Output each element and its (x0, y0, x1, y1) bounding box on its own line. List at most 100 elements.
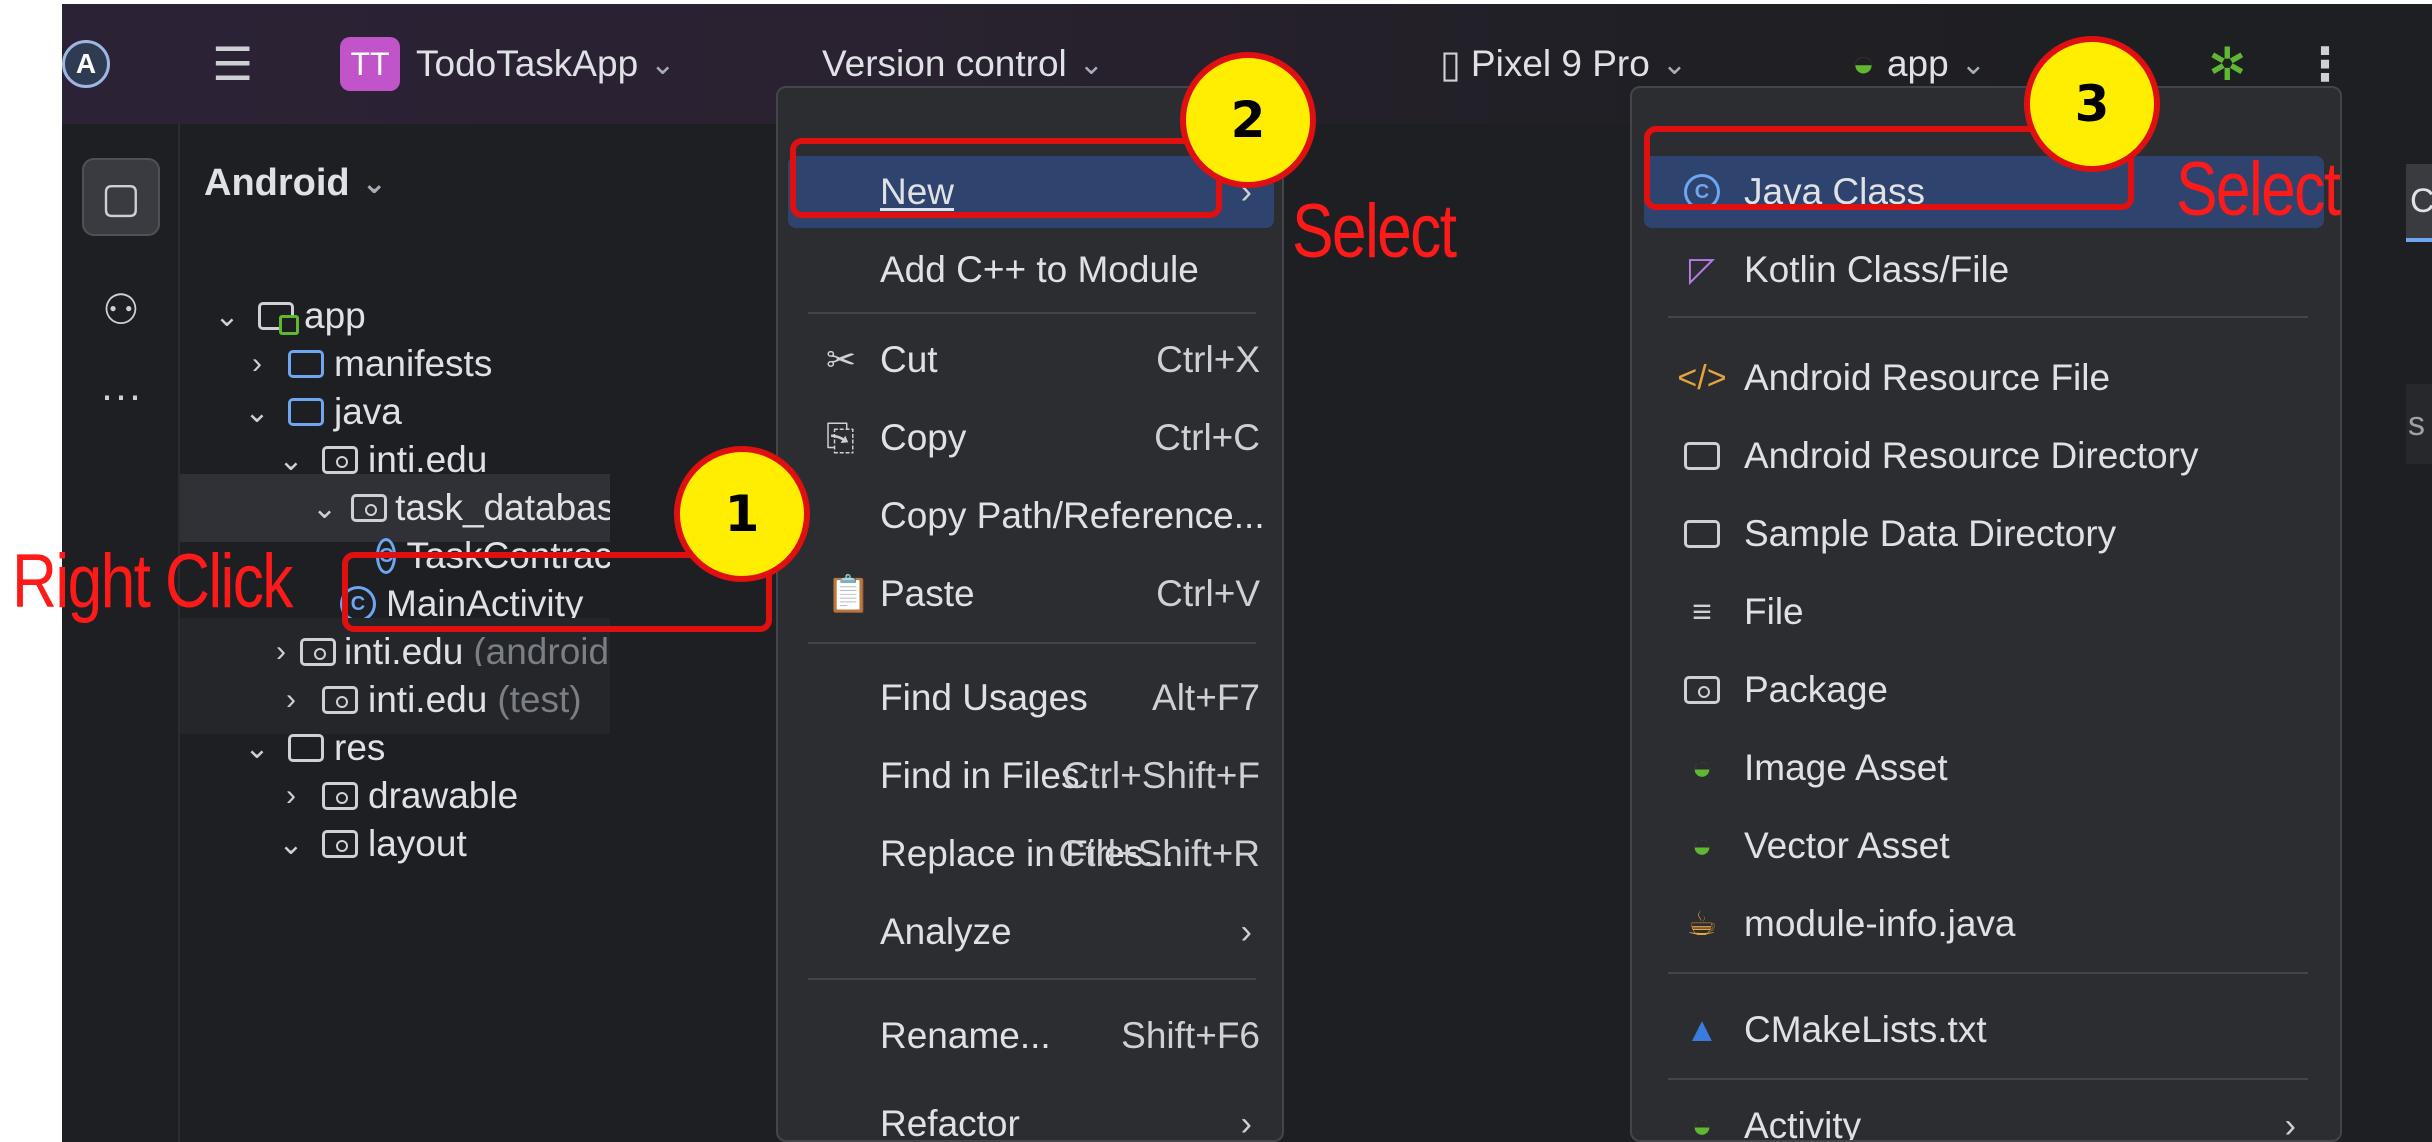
menu-item-label: Analyze (880, 911, 1012, 952)
submenu-item-vector-asset[interactable]: ◒ Vector Asset (1644, 810, 2324, 882)
menu-item-add-cpp[interactable]: Add C++ to Module (788, 234, 1274, 306)
resource-manager-button[interactable]: ⚇ (82, 270, 160, 348)
tree-item-layout[interactable]: ⌄ layout (180, 810, 610, 878)
submenu-item-kotlin-class[interactable]: ◸ Kotlin Class/File (1644, 234, 2324, 306)
new-submenu: C Java Class ◸ Kotlin Class/File </> And… (1630, 86, 2342, 1142)
annotation-select-new: Select (1292, 189, 1457, 274)
chevron-right-icon: › (286, 683, 296, 716)
android-icon: ◒ (1852, 42, 1875, 85)
menu-item-cut[interactable]: ✂ Cut Ctrl+X (788, 324, 1274, 396)
scissors-icon: ✂ (826, 339, 857, 380)
android-icon: ◒ (1691, 826, 1713, 865)
menu-item-analyze[interactable]: Analyze › (788, 896, 1274, 968)
main-menu-button[interactable]: ☰ (212, 4, 253, 124)
menu-item-rename[interactable]: Rename... Shift+F6 (788, 1000, 1274, 1072)
step-badge-3: 3 (2024, 36, 2160, 172)
chevron-down-icon: ⌄ (1960, 47, 1986, 81)
submenu-item-label: Activity (1744, 1105, 1862, 1142)
android-icon: ◒ (1691, 748, 1713, 787)
menu-item-label: Refactor (880, 1103, 1020, 1142)
menu-item-shortcut: Ctrl+Shift+F (1062, 755, 1260, 796)
chevron-down-icon: ⌄ (312, 491, 338, 525)
tree-item-label: layout (368, 823, 467, 864)
chevron-down-icon: ⌄ (650, 47, 676, 81)
folder-icon (1680, 520, 1724, 548)
submenu-item-label: Android Resource Directory (1744, 435, 2199, 476)
version-control-label: Version control (822, 43, 1067, 84)
project-badge: TT (340, 37, 400, 91)
submenu-item-android-resource-directory[interactable]: Android Resource Directory (1644, 420, 2324, 492)
menu-item-copy-path[interactable]: Copy Path/Reference... (788, 480, 1274, 552)
submenu-item-file[interactable]: ≡ File (1644, 576, 2324, 648)
project-tool-button[interactable]: ▢ (82, 158, 160, 236)
hamburger-menu-icon: ☰ (212, 38, 254, 90)
menu-item-replace-in-files[interactable]: Replace in Files... Ctrl+Shift+R (788, 818, 1274, 890)
menu-item-shortcut: Alt+F7 (1152, 677, 1260, 718)
submenu-item-label: Vector Asset (1744, 825, 1950, 866)
package-icon (320, 828, 360, 860)
kotlin-icon: ◸ (1688, 251, 1716, 289)
submenu-item-sample-data-directory[interactable]: Sample Data Directory (1644, 498, 2324, 570)
ellipsis-icon: ··· (100, 371, 142, 418)
menu-separator (1668, 316, 2308, 318)
device-icon: ▯ (1440, 43, 1461, 86)
folder-icon: ▢ (101, 173, 141, 221)
chevron-down-icon: ⌄ (278, 827, 304, 861)
android-icon: ◒ (1691, 1106, 1713, 1142)
editor-field-text: s (2408, 404, 2425, 443)
menu-item-find-usages[interactable]: Find Usages Alt+F7 (788, 662, 1274, 734)
chevron-down-icon: ⌄ (361, 167, 387, 200)
copy-icon: ⎘ (826, 416, 855, 458)
submenu-item-label: CMakeLists.txt (1744, 1009, 1987, 1050)
resource-folder-icon (286, 732, 326, 764)
cmake-triangle-icon: ▲ (1685, 1010, 1719, 1049)
project-view-selector[interactable]: Android ⌄ (204, 162, 387, 205)
device-name: Pixel 9 Pro (1470, 43, 1650, 84)
submenu-item-label: Image Asset (1744, 747, 1948, 788)
annotation-right-click: Right Click (12, 539, 293, 624)
editor-tab[interactable]: Cont (2406, 164, 2432, 242)
folder-icon (286, 396, 326, 428)
kebab-menu-icon: ⋮ (2302, 38, 2348, 90)
submenu-item-activity[interactable]: ◒ Activity › (1644, 1090, 2324, 1142)
folder-icon (1680, 442, 1724, 470)
editor-tab-label: Cont (2410, 181, 2432, 220)
xml-code-icon: </> (1677, 358, 1727, 397)
chevron-right-icon: › (276, 635, 286, 668)
package-icon (351, 492, 388, 524)
bug-icon: ✲ (2208, 38, 2247, 90)
run-config-name: app (1886, 43, 1949, 84)
project-view-label: Android (204, 162, 350, 204)
chevron-down-icon: ⌄ (244, 731, 270, 765)
chevron-right-icon: › (2284, 1106, 2296, 1142)
annotation-select-java-class: Select (2176, 147, 2341, 232)
submenu-item-package[interactable]: Package (1644, 654, 2324, 726)
menu-item-copy[interactable]: ⎘ Copy Ctrl+C (788, 402, 1274, 474)
menu-separator (1668, 972, 2308, 974)
menu-item-label: Find Usages (880, 677, 1088, 718)
highlight-box-new (790, 138, 1222, 218)
menu-item-paste[interactable]: 📋 Paste Ctrl+V (788, 558, 1274, 630)
menu-item-shortcut: Ctrl+V (1156, 573, 1260, 614)
submenu-item-image-asset[interactable]: ◒ Image Asset (1644, 732, 2324, 804)
submenu-item-label: Package (1744, 669, 1888, 710)
more-tools-button[interactable]: ··· (82, 356, 160, 434)
chevron-right-icon: › (286, 779, 296, 812)
menu-item-refactor[interactable]: Refactor › (788, 1088, 1274, 1142)
submenu-item-android-resource-file[interactable]: </> Android Resource File (1644, 342, 2324, 414)
menu-separator (808, 642, 1256, 644)
menu-item-label: Copy (880, 417, 967, 458)
shapes-icon: ⚇ (102, 285, 140, 333)
project-selector[interactable]: TT TodoTaskApp ⌄ (340, 4, 675, 124)
project-panel: Android ⌄ ⌄ app › manifests ⌄ java ⌄ int… (180, 124, 610, 1142)
ide-logo[interactable]: A (62, 4, 110, 124)
editor-field[interactable]: s (2406, 384, 2432, 464)
submenu-item-module-info[interactable]: ☕ module-info.java (1644, 888, 2324, 960)
package-icon (300, 636, 336, 668)
package-icon (320, 444, 360, 476)
chevron-down-icon: ⌄ (1661, 47, 1687, 81)
submenu-item-cmakelists[interactable]: ▲ CMakeLists.txt (1644, 994, 2324, 1066)
submenu-item-label: module-info.java (1744, 903, 2016, 944)
module-folder-icon (256, 300, 299, 335)
menu-item-find-in-files[interactable]: Find in Files... Ctrl+Shift+F (788, 740, 1274, 812)
